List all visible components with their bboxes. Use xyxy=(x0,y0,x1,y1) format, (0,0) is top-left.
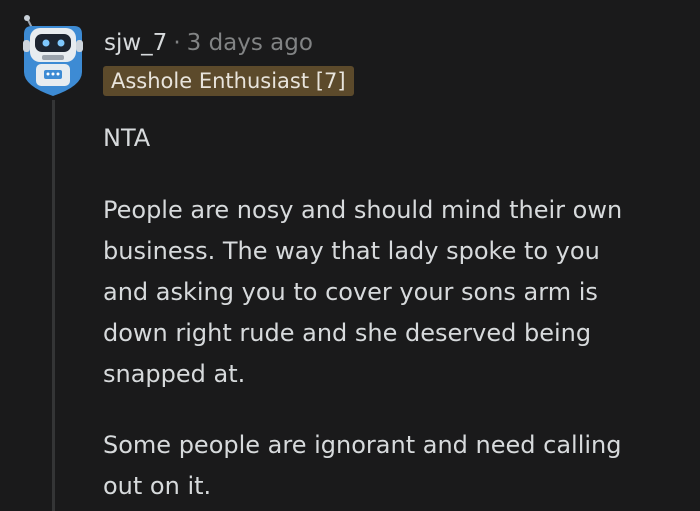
comment-paragraph: People are nosy and should mind their ow… xyxy=(103,190,683,395)
comment-paragraph: Some people are ignorant and need callin… xyxy=(103,425,683,507)
robot-avatar-icon xyxy=(23,15,83,96)
comment-text-line: and asking you to cover your sons arm is xyxy=(103,278,598,306)
comment-body: NTA People are nosy and should mind thei… xyxy=(103,118,683,507)
comment-text-line: down right rude and she deserved being xyxy=(103,319,592,347)
comment-text-line: NTA xyxy=(103,124,151,152)
comment-text-line: Some people are ignorant and need callin… xyxy=(103,431,622,459)
comment-text-line: out on it. xyxy=(103,472,212,500)
comment-paragraph: NTA xyxy=(103,118,683,159)
comment-meta: sjw_7 · 3 days ago xyxy=(104,28,313,58)
user-avatar[interactable] xyxy=(14,12,92,98)
username-link[interactable]: sjw_7 xyxy=(104,30,167,56)
meta-separator: · xyxy=(173,30,181,56)
thread-line[interactable] xyxy=(52,100,55,511)
user-flair: Asshole Enthusiast [7] xyxy=(103,66,354,96)
comment-text-line: People are nosy and should mind their ow… xyxy=(103,196,623,224)
comment-text-line: business. The way that lady spoke to you xyxy=(103,237,600,265)
comment-text-line: snapped at. xyxy=(103,360,246,388)
timestamp-link[interactable]: 3 days ago xyxy=(187,30,313,56)
